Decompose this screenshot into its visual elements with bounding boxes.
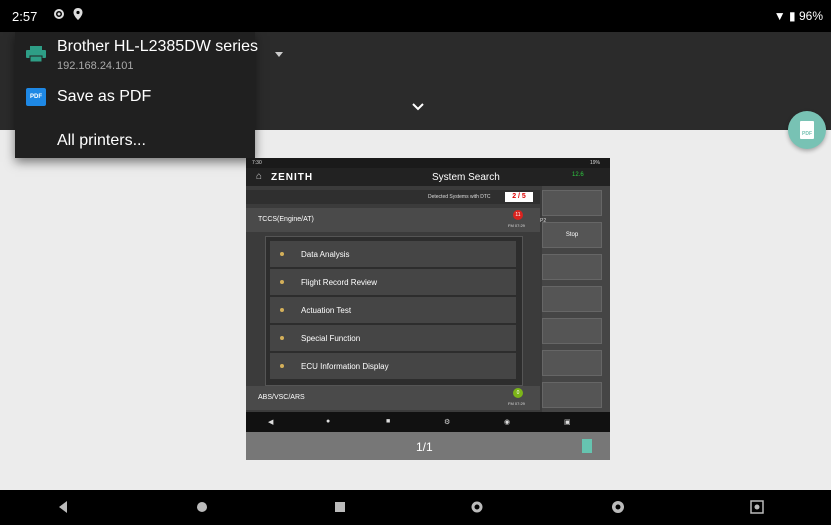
home-button[interactable] [195,500,209,514]
stop-button: Stop [542,222,602,248]
status-bar: 2:57 ▼ ▮ 96% [0,0,831,32]
save-as-pdf-label: Save as PDF [57,88,152,105]
gear-icon: ⚙ [444,419,451,426]
ecu-row-abs: ABS/VSC/ARS 0 FM 07:29 [246,386,540,410]
recents-button[interactable] [333,500,347,514]
page-thumbnail [582,439,592,453]
page-indicator-bar: 1/1 [246,432,610,460]
page-number: 1/1 [416,440,433,454]
print-preview-page[interactable]: 7:30 19% ⌂ ZENITH System Search 12.6 Det… [246,158,610,460]
printer-icon [26,46,46,62]
dtc-badge: 11 [513,210,523,220]
list-item: Data Analysis [270,241,516,267]
bullet-icon [280,280,284,284]
back-icon: ◀ [268,419,274,426]
printer-address: 192.168.24.101 [57,60,134,72]
browser-icon: ◉ [504,419,511,426]
home-icon: ● [326,418,331,425]
all-printers-label: All printers... [57,132,146,149]
screenshot-icon: ▣ [564,419,571,426]
ecu-row-tccs: TCCS(Engine/AT) 11 FM 07:29 [246,208,540,232]
menu-item-brother-printer[interactable]: Brother HL-L2385DW series 192.168.24.101 [15,32,258,80]
recents-icon: ■ [386,418,391,425]
vehicle-battery: 12.6 [572,172,584,178]
home-icon: ⌂ [256,171,263,182]
printer-dropdown-arrow[interactable] [275,52,283,57]
pdf-icon: PDF [800,121,814,139]
ecu-submenu: Data Analysis Flight Record Review Actua… [265,236,523,386]
location-icon [73,8,83,20]
system-search-list: Detected Systems with DTC 2 / 5 TCCS(Eng… [246,186,540,412]
screenshot-button[interactable] [750,500,764,514]
settings-button[interactable] [470,500,484,514]
menu-item-save-as-pdf[interactable]: PDF Save as PDF [15,88,255,118]
printer-name: Brother HL-L2385DW series [57,38,258,55]
dtc-label: Detected Systems with DTC [428,194,491,200]
list-item: ECU Information Display [270,353,516,379]
preview-app-header: ⌂ ZENITH System Search 12.6 [246,168,610,186]
list-item: Flight Record Review [270,269,516,295]
back-button[interactable] [56,500,70,514]
browser-button[interactable] [611,500,625,514]
bullet-icon [280,308,284,312]
list-item: Special Function [270,325,516,351]
android-nav-bar [0,490,831,525]
printer-selection-menu: Brother HL-L2385DW series 192.168.24.101… [15,32,258,158]
preview-side-panel: Stop P2 [540,186,610,412]
status-time: 2:57 [12,9,38,24]
bullet-icon [280,364,284,368]
dtc-badge: 0 [513,388,523,398]
battery-icon: ▮ [789,9,796,23]
expand-options-chevron-icon[interactable] [411,102,425,112]
menu-item-all-printers[interactable]: All printers... [15,130,255,156]
brand-logo: ZENITH [271,172,314,183]
list-item: Actuation Test [270,297,516,323]
bullet-icon [280,252,284,256]
wifi-icon: ▼ [773,9,786,23]
settings-icon [54,9,64,19]
bullet-icon [280,336,284,340]
preview-title: System Search [432,172,500,183]
download-pdf-button[interactable]: PDF [788,111,826,149]
pdf-icon: PDF [26,88,46,106]
preview-nav-bar: ◀ ● ■ ⚙ ◉ ▣ [246,412,610,432]
preview-status-bar: 7:30 19% [246,158,610,168]
battery-percent: 96% [798,9,823,23]
dtc-count: 2 / 5 [505,192,533,202]
